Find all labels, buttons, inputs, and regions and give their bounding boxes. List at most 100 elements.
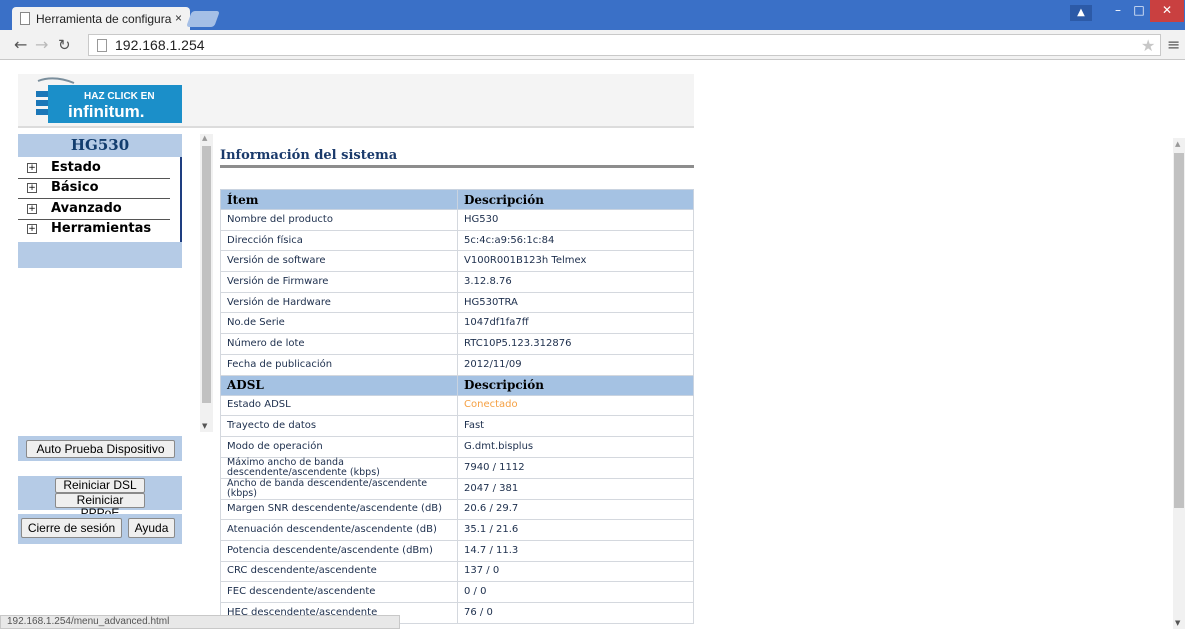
table-row: CRC descendente/ascendente 137 / 0 xyxy=(220,560,694,583)
sidebar-footer xyxy=(18,242,182,268)
table-row: Versión de Hardware HG530TRA xyxy=(220,291,694,314)
forward-icon[interactable]: → xyxy=(35,35,48,54)
logo-line1: HAZ CLICK EN xyxy=(84,91,155,102)
table-row: Versión de software V100R001B123h Telmex xyxy=(220,250,694,273)
title-divider xyxy=(220,165,694,168)
row-label: Versión de software xyxy=(220,250,458,273)
row-value: 2047 / 381 xyxy=(457,477,694,500)
table-row: Fecha de publicación 2012/11/09 xyxy=(220,353,694,376)
left-scrollbar[interactable]: ▲ ▼ xyxy=(200,134,213,432)
column-header: ADSL xyxy=(220,374,458,396)
left-frame: HG530 + Estado + Básico + Avanzado + Her… xyxy=(18,134,213,619)
tab-title: Herramienta de configura xyxy=(36,12,172,26)
row-label: Versión de Firmware xyxy=(220,271,458,293)
status-value: Conectado xyxy=(457,394,694,417)
row-value: 7940 / 1112 xyxy=(457,456,694,479)
table-row: Atenuación descendente/ascendente (dB) 35… xyxy=(220,519,694,541)
close-icon[interactable]: ✕ xyxy=(1150,0,1184,22)
system-info-table: Ítem Descripción Nombre del producto HG53… xyxy=(220,189,694,624)
row-label: Margen SNR descendente/ascendente (dB) xyxy=(220,498,458,521)
row-value: RTC10P5.123.312876 xyxy=(457,333,694,355)
tab-close-icon[interactable]: × xyxy=(175,11,182,25)
help-button[interactable]: Ayuda xyxy=(128,518,175,538)
table-row: No.de Serie 1047df1fa7ff xyxy=(220,312,694,335)
table-header-row: ADSL Descripción xyxy=(220,374,694,396)
table-row: Trayecto de datos Fast xyxy=(220,415,694,437)
url-text: 192.168.1.254 xyxy=(115,37,205,53)
table-row: Versión de Firmware 3.12.8.76 xyxy=(220,271,694,293)
sidebar-item-avanzado[interactable]: + Avanzado xyxy=(18,200,170,220)
address-input[interactable]: 192.168.1.254 xyxy=(88,34,1161,56)
sidebar-item-label: Básico xyxy=(51,180,99,195)
table-header-row: Ítem Descripción xyxy=(220,189,694,210)
minimize-icon[interactable]: – xyxy=(1107,0,1129,22)
table-row: Ancho de banda descendente/ascendente (k… xyxy=(220,477,694,500)
user-icon[interactable]: ▲ xyxy=(1070,5,1092,21)
row-label: Dirección física xyxy=(220,229,458,252)
sidebar-item-herramientas[interactable]: + Herramientas xyxy=(18,220,170,240)
banner: HAZ CLICK EN infinitum. xyxy=(18,74,694,128)
logout-button[interactable]: Cierre de sesión xyxy=(21,518,122,538)
browser-tab[interactable]: Herramienta de configura × xyxy=(12,7,190,30)
row-label: Versión de Hardware xyxy=(220,291,458,314)
expand-icon[interactable]: + xyxy=(27,224,37,234)
self-test-button[interactable]: Auto Prueba Dispositivo xyxy=(26,440,175,458)
sidebar-item-basico[interactable]: + Básico xyxy=(18,179,170,199)
scroll-down-icon[interactable]: ▼ xyxy=(1175,619,1180,627)
maximize-icon[interactable]: □ xyxy=(1128,0,1150,22)
row-value: HG530 xyxy=(457,209,694,231)
scroll-up-icon[interactable]: ▲ xyxy=(1175,140,1180,148)
infinitum-logo[interactable]: HAZ CLICK EN infinitum. xyxy=(34,77,184,123)
device-title: HG530 xyxy=(18,134,182,157)
table-row: Margen SNR descendente/ascendente (dB) 20… xyxy=(220,498,694,521)
reload-icon[interactable]: ↻ xyxy=(58,36,71,54)
row-value: 3.12.8.76 xyxy=(457,271,694,293)
main-scrollbar[interactable]: ▲ ▼ xyxy=(1173,138,1185,629)
row-value: Fast xyxy=(457,415,694,437)
browser-toolbar: ← → ↻ 192.168.1.254 ★ ≡ xyxy=(0,30,1185,60)
logo-line2: infinitum. xyxy=(68,102,144,121)
bookmark-star-icon[interactable]: ★ xyxy=(1141,36,1155,55)
sidebar-item-estado[interactable]: + Estado xyxy=(18,159,170,179)
row-value: G.dmt.bisplus xyxy=(457,435,694,458)
expand-icon[interactable]: + xyxy=(27,204,37,214)
row-label: Atenuación descendente/ascendente (dB) xyxy=(220,519,458,541)
column-header: Ítem xyxy=(220,189,458,210)
row-label: Trayecto de datos xyxy=(220,415,458,437)
main-content: Información del sistema Ítem Descripción… xyxy=(220,148,694,624)
back-icon[interactable]: ← xyxy=(14,35,27,54)
row-value: 137 / 0 xyxy=(457,560,694,583)
sidebar-menu: + Estado + Básico + Avanzado + Herramien… xyxy=(18,157,182,242)
row-label: Ancho de banda descendente/ascendente (k… xyxy=(220,477,458,500)
sidebar-item-label: Avanzado xyxy=(51,201,122,216)
row-label: Potencia descendente/ascendente (dBm) xyxy=(220,539,458,562)
expand-icon[interactable]: + xyxy=(27,183,37,193)
new-tab-button[interactable] xyxy=(186,11,220,27)
restart-pppoe-button[interactable]: Reiniciar PPPoE xyxy=(55,493,145,520)
row-value: 14.7 / 11.3 xyxy=(457,539,694,562)
session-zone: Cierre de sesión Ayuda xyxy=(18,514,182,544)
scroll-thumb[interactable] xyxy=(1174,153,1184,508)
table-row: Estado ADSL Conectado xyxy=(220,394,694,417)
table-row: FEC descendente/ascendente 0 / 0 xyxy=(220,581,694,603)
table-row: Nombre del producto HG530 xyxy=(220,209,694,231)
sidebar-item-label: Herramientas xyxy=(51,221,152,236)
row-value: 20.6 / 29.7 xyxy=(457,498,694,521)
row-value: 0 / 0 xyxy=(457,581,694,603)
scroll-up-icon[interactable]: ▲ xyxy=(202,134,207,142)
row-label: Nombre del producto xyxy=(220,209,458,231)
scroll-down-icon[interactable]: ▼ xyxy=(202,422,207,430)
restart-zone: Reiniciar DSL Reiniciar PPPoE xyxy=(18,476,182,520)
row-label: Fecha de publicación xyxy=(220,353,458,376)
table-row: Modo de operación G.dmt.bisplus xyxy=(220,435,694,458)
scroll-thumb[interactable] xyxy=(202,146,211,403)
row-value: 1047df1fa7ff xyxy=(457,312,694,335)
row-label: Número de lote xyxy=(220,333,458,355)
restart-dsl-button[interactable]: Reiniciar DSL xyxy=(55,478,145,493)
table-row: Máximo ancho de banda descendente/ascend… xyxy=(220,456,694,479)
expand-icon[interactable]: + xyxy=(27,163,37,173)
row-label: FEC descendente/ascendente xyxy=(220,581,458,603)
menu-icon[interactable]: ≡ xyxy=(1167,35,1180,54)
row-label: CRC descendente/ascendente xyxy=(220,560,458,583)
page-icon xyxy=(97,39,107,52)
